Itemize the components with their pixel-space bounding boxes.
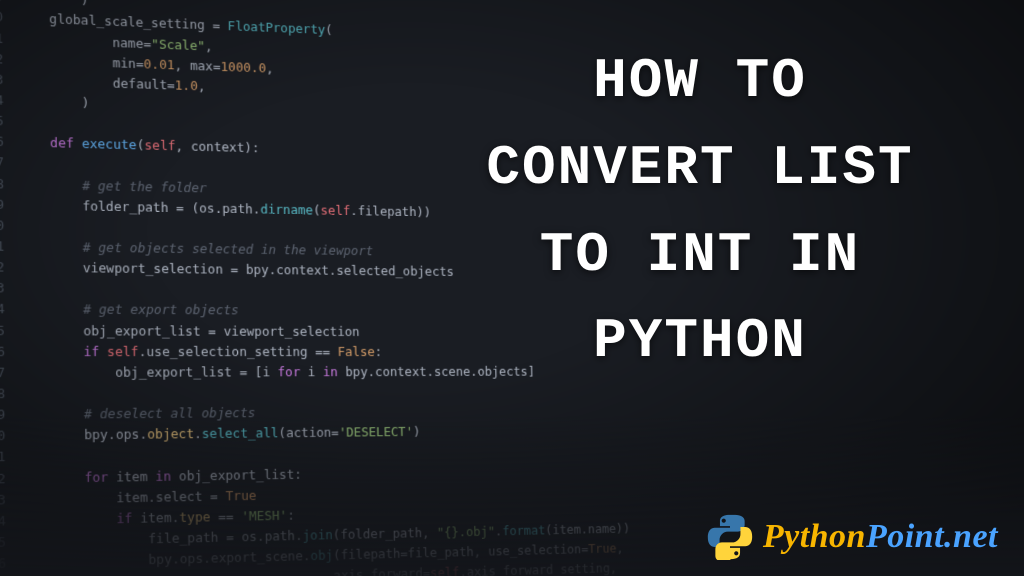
title-line-1: HOW TO (420, 38, 980, 125)
hero-image: 177 ),178 default="*",179 )180 global_sc… (0, 0, 1024, 576)
line-number: 189 (0, 195, 19, 217)
line-number: 185 (0, 111, 18, 133)
line-number: 206 (0, 554, 21, 576)
line-number: 186 (0, 132, 18, 154)
line-number: 182 (0, 49, 18, 71)
line-number: 195 (0, 321, 19, 342)
line-number: 202 (0, 469, 20, 491)
line-number: 183 (0, 70, 18, 92)
line-number: 184 (0, 91, 18, 113)
line-number: 192 (0, 258, 19, 279)
line-number: 193 (0, 279, 19, 300)
line-number: 191 (0, 237, 19, 258)
line-number: 205 (0, 532, 21, 554)
line-number: 199 (0, 405, 20, 426)
line-number: 181 (0, 28, 18, 50)
brand-text: PythonPoint.net (763, 518, 998, 556)
line-number: 203 (0, 490, 20, 512)
line-number: 198 (0, 384, 20, 405)
line-number: 200 (0, 427, 20, 449)
line-number: 194 (0, 300, 19, 321)
line-number: 196 (0, 342, 19, 363)
title-line-3: TO INT IN (420, 212, 980, 299)
title-headline: HOW TO CONVERT LIST TO INT IN PYTHON (420, 38, 980, 385)
line-number: 188 (0, 174, 18, 196)
title-line-4: PYTHON (420, 298, 980, 385)
line-number: 180 (0, 7, 17, 29)
line-number: 201 (0, 448, 20, 470)
brand-part-1: Python (763, 518, 866, 555)
line-number: 197 (0, 363, 20, 384)
brand-part-2: Point.net (866, 518, 998, 555)
line-number: 187 (0, 153, 18, 175)
title-line-2: CONVERT LIST (420, 125, 980, 212)
python-logo-icon (707, 514, 753, 560)
line-number: 190 (0, 216, 19, 238)
line-number: 204 (0, 511, 20, 533)
brand-watermark: PythonPoint.net (707, 514, 998, 560)
